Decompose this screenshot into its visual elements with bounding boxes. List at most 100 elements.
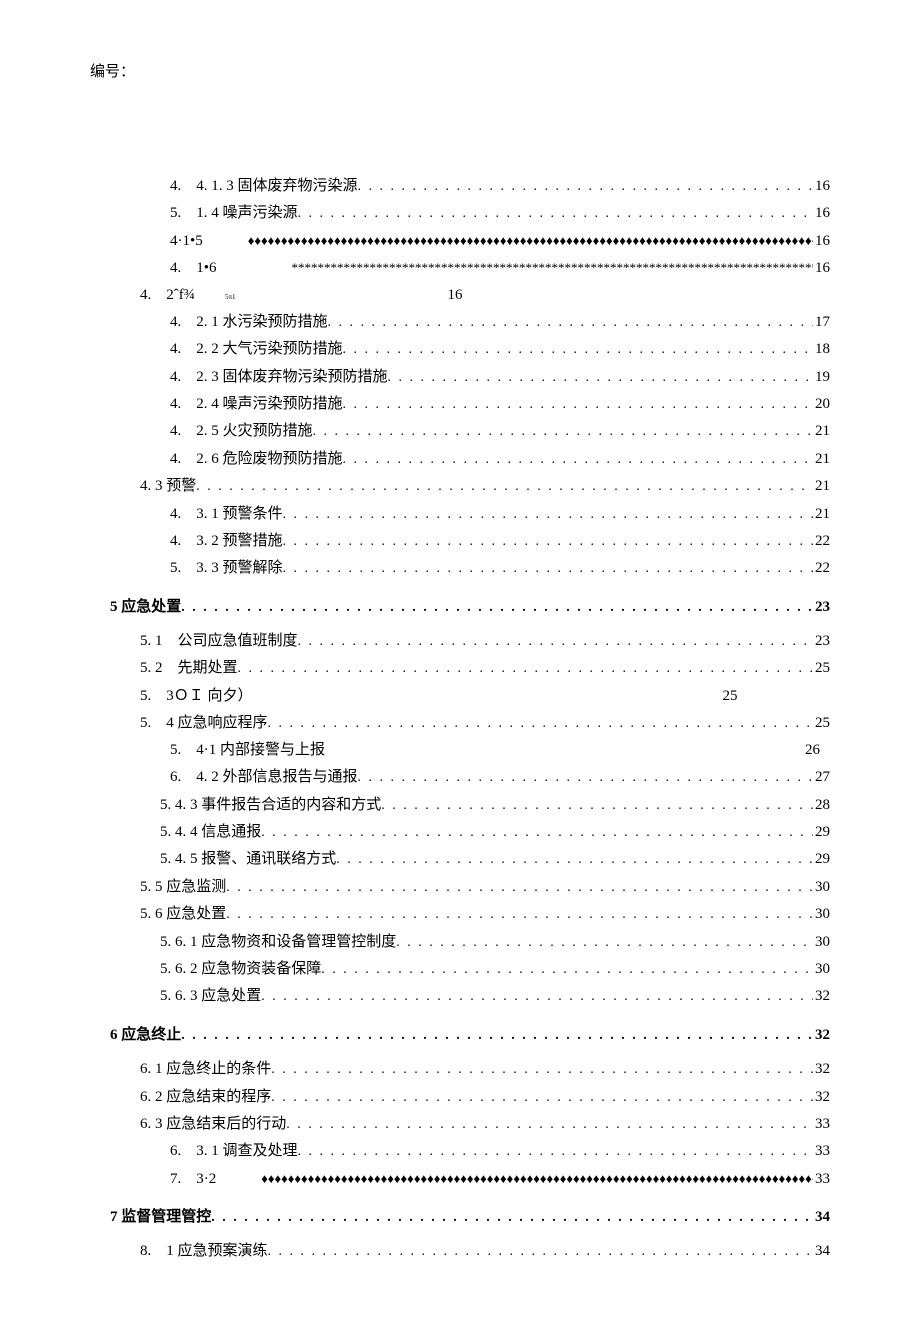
toc-leader xyxy=(261,822,813,844)
toc-leader xyxy=(358,176,813,198)
toc-entry-label: 8. 1 应急预案演练 xyxy=(140,1239,268,1263)
toc-page-number: 29 xyxy=(813,847,830,871)
toc-page-number: 30 xyxy=(813,902,830,926)
toc-entry: 4. 3. 2 预警措施22 xyxy=(90,529,830,553)
toc-leader xyxy=(211,1207,813,1229)
toc-page-number: 21 xyxy=(813,474,830,498)
toc-entry: 7 监督管理管控34 xyxy=(90,1205,830,1229)
toc-entry: 4. 2. 5 火灾预防措施 21 xyxy=(90,419,830,443)
toc-entry: 5. 4. 3 事件报告合适的内容和方式28 xyxy=(90,793,830,817)
toc-leader xyxy=(313,421,813,443)
toc-entry: 5. 1 公司应急值班制度 23 xyxy=(90,629,830,653)
toc-entry: 5. 4. 4 信息通报29 xyxy=(90,820,830,844)
toc-page-number: 26 xyxy=(805,738,820,762)
toc-entry: 6. 2 应急结束的程序32 xyxy=(90,1085,830,1109)
toc-entry-label: 5. 4. 5 报警、通讯联络方式 xyxy=(160,847,336,871)
toc-page-number: 30 xyxy=(813,930,830,954)
toc-entry: 5. 4 应急响应程序 25 xyxy=(90,711,830,735)
toc-entry-label: 5. 4·1 内部接警与上报 xyxy=(170,738,325,762)
toc-entry-label: 4. 2. 3 固体废弃物污染预防措施 xyxy=(170,365,388,389)
toc-entry-label: 4. 4. 1. 3 固体废弃物污染源 xyxy=(170,174,358,198)
toc-entry-label: 6 应急终止 xyxy=(110,1023,181,1047)
toc-entry: 4. 4. 1. 3 固体废弃物污染源 16 xyxy=(90,174,830,198)
toc-page-number: 16 xyxy=(813,256,830,280)
toc-entry-label: 4. 3 预警 xyxy=(140,474,196,498)
toc-entry-label: 4. 2ˆf¾ xyxy=(140,283,225,307)
toc-leader xyxy=(261,1169,813,1190)
toc-entry: 7. 3·2 33 xyxy=(90,1167,830,1191)
toc-leader xyxy=(181,1025,813,1047)
toc-leader xyxy=(381,795,813,817)
toc-entry-label: 6. 4. 2 外部信息报告与通报 xyxy=(170,765,358,789)
toc-entry-label: 5. 5 应急监测 xyxy=(140,875,226,899)
toc-entry-label: 4·1•5 xyxy=(170,229,248,253)
toc-leader xyxy=(343,449,813,471)
toc-leader xyxy=(298,631,813,653)
toc-leader xyxy=(396,932,813,954)
toc-entry-label: 5. 6. 3 应急处置 xyxy=(160,984,261,1008)
toc-leader xyxy=(283,558,813,580)
toc-page-number: 23 xyxy=(813,629,830,653)
toc-leader xyxy=(388,367,813,389)
toc-entry: 5. 5 应急监测 30 xyxy=(90,875,830,899)
toc-leader xyxy=(336,849,813,871)
toc-entry: 5. 2 先期处置 25 xyxy=(90,656,830,680)
toc-entry-label: 4. 2. 4 噪声污染预防措施 xyxy=(170,392,343,416)
toc-page-number: 21 xyxy=(813,502,830,526)
toc-leader xyxy=(298,203,813,225)
toc-entry-label: 5. 3. 3 预警解除 xyxy=(170,556,283,580)
toc-entry-label: 4. 2. 2 大气污染预防措施 xyxy=(170,337,343,361)
toc-page-number: 18 xyxy=(813,337,830,361)
toc-leader xyxy=(248,231,813,252)
table-of-contents: 4. 4. 1. 3 固体废弃物污染源 16 5. 1. 4 噪声污染源 16 4·1… xyxy=(90,174,830,1264)
toc-page-number: 17 xyxy=(813,310,830,334)
toc-entry-sublabel: 5π1 xyxy=(225,292,238,303)
toc-entry: 4. 3. 1 预警条件21 xyxy=(90,502,830,526)
toc-entry: 5. 3ＯＩ 向夕）25 xyxy=(90,684,830,708)
toc-entry: 6. 3 应急结束后的行动33 xyxy=(90,1112,830,1136)
toc-page-number: 20 xyxy=(813,392,830,416)
toc-page-number: 29 xyxy=(813,820,830,844)
toc-entry-label: 5. 1. 4 噪声污染源 xyxy=(170,201,298,225)
toc-entry-label: 5. 3ＯＩ 向夕） xyxy=(140,684,253,708)
toc-entry-label: 4. 2. 5 火灾预防措施 xyxy=(170,419,313,443)
toc-page-number: 16 xyxy=(448,283,463,307)
toc-entry-label: 4. 2. 1 水污染预防措施 xyxy=(170,310,328,334)
toc-entry: 5. 4. 5 报警、通讯联络方式 29 xyxy=(90,847,830,871)
toc-entry: 5. 6. 2 应急物资装备保障 30 xyxy=(90,957,830,981)
toc-leader xyxy=(271,1059,813,1081)
toc-leader xyxy=(286,1114,813,1136)
toc-entry-label: 7. 3·2 xyxy=(170,1167,261,1191)
toc-entry-label: 5. 1 公司应急值班制度 xyxy=(140,629,298,653)
toc-page-number: 30 xyxy=(813,875,830,899)
toc-entry: 5 应急处置23 xyxy=(90,595,830,619)
toc-leader xyxy=(261,986,813,1008)
toc-leader xyxy=(321,959,813,981)
toc-leader xyxy=(358,767,813,789)
toc-leader xyxy=(325,740,805,761)
toc-page-number: 25 xyxy=(813,711,830,735)
toc-leader xyxy=(181,597,813,619)
toc-entry: 6. 4. 2 外部信息报告与通报 27 xyxy=(90,765,830,789)
toc-entry-label: 5. 6. 1 应急物资和设备管理管控制度 xyxy=(160,930,396,954)
toc-page-number: 33 xyxy=(813,1167,830,1191)
toc-entry: 8. 1 应急预案演练 34 xyxy=(90,1239,830,1263)
toc-page-number: 22 xyxy=(813,556,830,580)
toc-leader xyxy=(271,1087,813,1109)
toc-entry: 6. 3. 1 调查及处理 33 xyxy=(90,1139,830,1163)
toc-leader xyxy=(343,394,813,416)
toc-leader xyxy=(268,713,813,735)
toc-leader xyxy=(226,877,813,899)
toc-page-number: 34 xyxy=(813,1205,830,1229)
toc-entry-label: 5. 4 应急响应程序 xyxy=(140,711,268,735)
toc-entry-label: 5. 6 应急处置 xyxy=(140,902,226,926)
toc-entry: 4. 3 预警 21 xyxy=(90,474,830,498)
toc-leader xyxy=(298,1141,813,1163)
toc-entry: 5. 6. 3 应急处置32 xyxy=(90,984,830,1008)
toc-entry: 4. 2. 6 危险废物预防措施21 xyxy=(90,447,830,471)
toc-entry: 6 应急终止32 xyxy=(90,1023,830,1047)
toc-entry-label: 6. 3 应急结束后的行动 xyxy=(140,1112,286,1136)
toc-entry: 4. 2. 2 大气污染预防措施 18 xyxy=(90,337,830,361)
toc-page-number: 34 xyxy=(813,1239,830,1263)
toc-leader xyxy=(343,339,813,361)
